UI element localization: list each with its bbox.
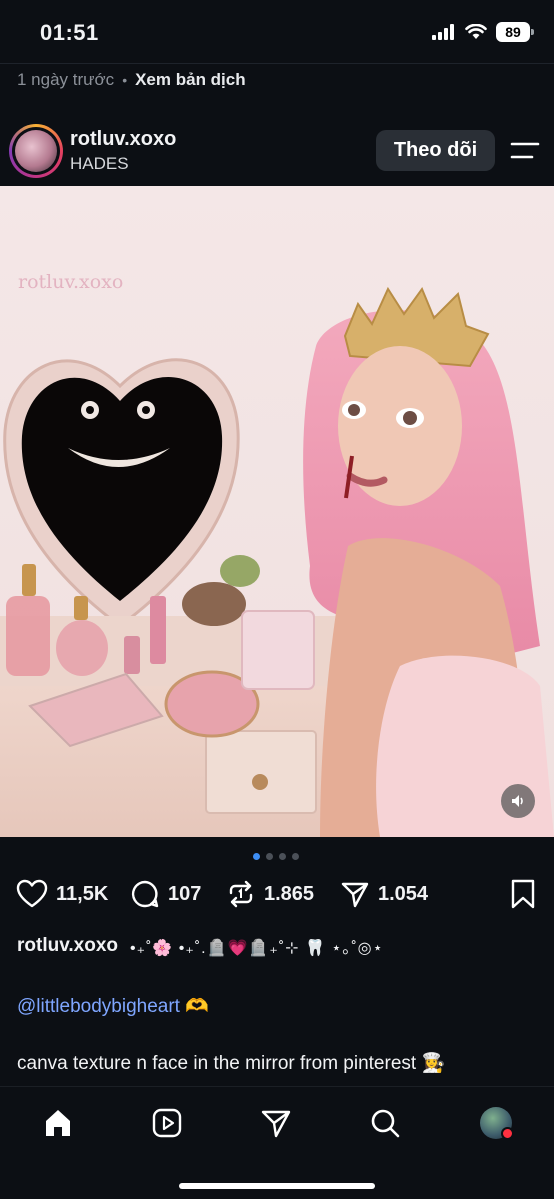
repost-icon bbox=[229, 880, 253, 908]
home-indicator bbox=[179, 1183, 375, 1189]
tab-messages[interactable] bbox=[258, 1105, 294, 1141]
caption-text: canva texture n face in the mirror from … bbox=[17, 1053, 446, 1074]
mention-link[interactable]: @littlebodybigheart bbox=[17, 996, 180, 1017]
status-time: 01:51 bbox=[40, 20, 99, 45]
comment-icon bbox=[131, 880, 159, 908]
profile-icon bbox=[480, 1107, 514, 1140]
meta-separator: • bbox=[122, 72, 128, 88]
follow-button[interactable]: Theo dõi bbox=[376, 130, 495, 171]
repost-button[interactable]: 1.865 bbox=[226, 876, 314, 912]
mention-emoji: 🫶 bbox=[185, 996, 209, 1017]
bookmark-icon[interactable] bbox=[510, 878, 536, 910]
mention-line: @littlebodybigheart 🫶 bbox=[17, 994, 209, 1018]
share-icon bbox=[341, 882, 369, 908]
tab-reels[interactable] bbox=[149, 1105, 185, 1141]
sound-button[interactable] bbox=[501, 784, 535, 818]
post-actions: 11,5K 107 1.865 1.054 bbox=[16, 876, 538, 912]
see-translation-link[interactable]: Xem bản dịch bbox=[135, 70, 246, 90]
carousel-dot-4 bbox=[292, 853, 299, 860]
post-header: rotluv.xoxo HADES Theo dõi bbox=[0, 118, 554, 184]
wifi-icon bbox=[465, 24, 487, 39]
home-icon bbox=[46, 1110, 70, 1136]
battery-icon: 89 bbox=[496, 22, 534, 42]
divider bbox=[0, 63, 554, 64]
caption: rotluv.xoxo •₊˚🌸 •₊˚.🪦💗🪦₊˚⊹ 🦷 ⋆｡˚◎⋆ bbox=[17, 934, 384, 958]
status-bar: 01:51 89 bbox=[0, 0, 554, 64]
caption-decoration: •₊˚🌸 •₊˚.🪦💗🪦₊˚⊹ 🦷 ⋆｡˚◎⋆ bbox=[130, 940, 384, 957]
avatar-image bbox=[15, 130, 57, 172]
signal-icon bbox=[432, 24, 454, 40]
heart-icon bbox=[16, 879, 48, 908]
tab-home[interactable] bbox=[40, 1105, 76, 1141]
tab-search[interactable] bbox=[367, 1105, 403, 1141]
post-meta: 1 ngày trước • Xem bản dịch bbox=[17, 68, 246, 92]
menu-icon[interactable] bbox=[510, 140, 540, 162]
tab-profile[interactable] bbox=[478, 1105, 514, 1141]
like-count: 11,5K bbox=[56, 882, 109, 905]
author-avatar[interactable] bbox=[9, 124, 63, 178]
watermark: rotluv.xoxo bbox=[18, 271, 123, 293]
carousel-dot-1 bbox=[253, 853, 260, 860]
send-icon bbox=[261, 1110, 291, 1138]
carousel-dot-2 bbox=[266, 853, 273, 860]
search-icon bbox=[371, 1109, 400, 1138]
sound-icon bbox=[512, 795, 523, 807]
author-username[interactable]: rotluv.xoxo bbox=[70, 128, 176, 151]
repost-count: 1.865 bbox=[264, 882, 315, 905]
carousel-dots bbox=[253, 853, 299, 860]
carousel-dot-3 bbox=[279, 853, 286, 860]
post-image[interactable]: rotluv.xoxo bbox=[0, 186, 554, 837]
post-time: 1 ngày trước bbox=[17, 70, 115, 89]
like-button[interactable]: 11,5K bbox=[16, 876, 108, 912]
caption-username[interactable]: rotluv.xoxo bbox=[17, 935, 118, 957]
author-subtitle[interactable]: HADES bbox=[70, 154, 129, 174]
comment-count: 107 bbox=[168, 882, 202, 905]
illustration: rotluv.xoxo bbox=[0, 271, 554, 837]
comment-button[interactable]: 107 bbox=[130, 876, 201, 912]
reels-icon bbox=[152, 1108, 182, 1138]
share-button[interactable]: 1.054 bbox=[340, 876, 428, 912]
status-icons: 89 bbox=[432, 22, 534, 42]
share-count: 1.054 bbox=[378, 882, 429, 905]
